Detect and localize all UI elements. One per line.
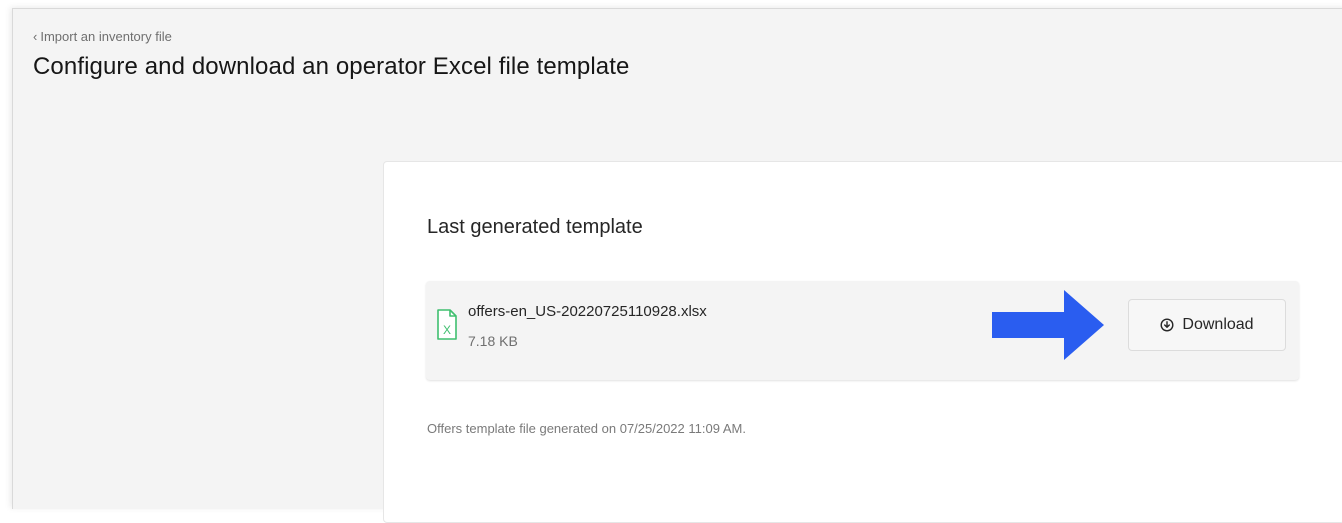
download-button[interactable]: Download bbox=[1128, 299, 1286, 351]
template-card: Last generated template X offers-en_US-2… bbox=[383, 161, 1342, 523]
file-name[interactable]: offers-en_US-20220725110928.xlsx bbox=[468, 303, 707, 320]
generated-note: Offers template file generated on 07/25/… bbox=[427, 421, 746, 436]
file-tile: X offers-en_US-20220725110928.xlsx 7.18 … bbox=[426, 281, 1299, 380]
download-button-label: Download bbox=[1182, 316, 1254, 333]
chevron-left-icon: ‹ bbox=[33, 29, 38, 44]
svg-text:X: X bbox=[443, 323, 451, 337]
excel-file-icon: X bbox=[437, 309, 457, 340]
back-link[interactable]: ‹ Import an inventory file bbox=[33, 29, 172, 44]
file-size: 7.18 KB bbox=[468, 333, 518, 349]
back-link-label: Import an inventory file bbox=[40, 29, 172, 44]
page-title: Configure and download an operator Excel… bbox=[33, 53, 630, 80]
arrow-right-icon bbox=[992, 290, 1104, 360]
card-heading: Last generated template bbox=[427, 216, 643, 238]
page-container: ‹ Import an inventory file Configure and … bbox=[12, 8, 1342, 523]
download-icon bbox=[1160, 318, 1174, 332]
